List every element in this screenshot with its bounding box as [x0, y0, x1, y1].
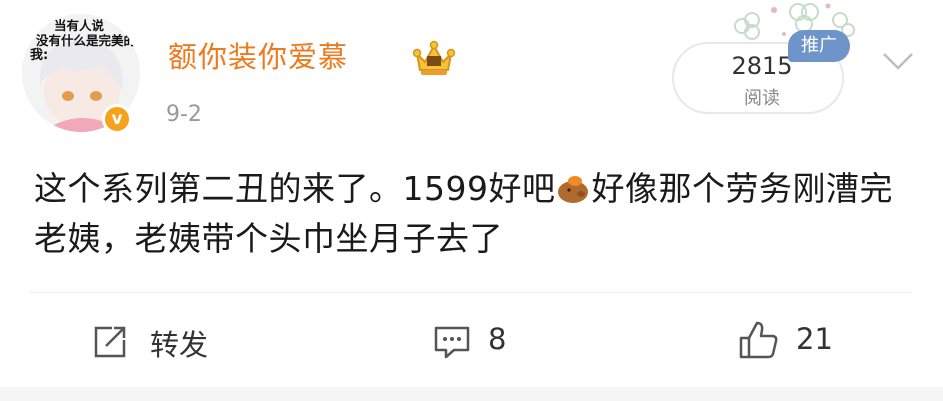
- promo-tag[interactable]: 推广: [788, 30, 850, 62]
- avatar-caption-line: 当有人说: [54, 18, 105, 33]
- like-icon: [739, 321, 778, 359]
- like-button[interactable]: 21: [738, 321, 838, 362]
- post-text-part: 这个系列第二丑的来了。1599好吧: [34, 169, 556, 208]
- avatar-caption: 当有人说 没有什么是完美的 我:: [26, 18, 140, 63]
- divider: [30, 292, 912, 293]
- medal-crown-icon[interactable]: [413, 40, 455, 78]
- username[interactable]: 额你装你爱慕: [168, 34, 348, 76]
- avatar-caption-line: 我:: [30, 48, 49, 63]
- post-date: 9-2: [166, 102, 202, 127]
- like-count: 21: [796, 322, 833, 356]
- comment-count: 8: [488, 322, 507, 356]
- avatar-caption-line: 没有什么是完美的: [36, 33, 137, 48]
- comment-button[interactable]: 8: [432, 322, 522, 362]
- verified-badge-icon: v: [102, 104, 132, 134]
- views-label: 阅读: [744, 88, 780, 109]
- repost-button[interactable]: 转发: [90, 322, 230, 362]
- post-text: 这个系列第二丑的来了。1599好吧 好像那个劳务刚漕完老姨，老姨带个头巾坐月子去…: [34, 164, 904, 264]
- capybara-emoji-icon: [558, 176, 589, 203]
- repost-label: 转发: [150, 328, 209, 362]
- comment-icon: [434, 326, 470, 359]
- chevron-down-icon[interactable]: [878, 46, 918, 76]
- repost-icon: [94, 326, 126, 358]
- bottom-bar: [0, 387, 943, 401]
